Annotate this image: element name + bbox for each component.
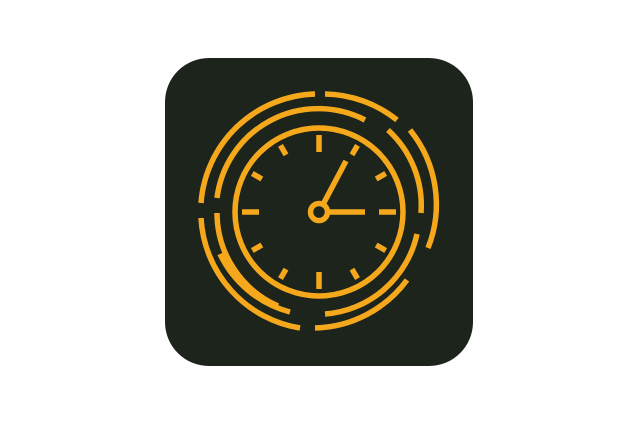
clock-icon [165, 58, 473, 366]
page-canvas [0, 0, 640, 426]
clock-center-pin [307, 200, 331, 224]
app-icon[interactable] [165, 58, 473, 366]
